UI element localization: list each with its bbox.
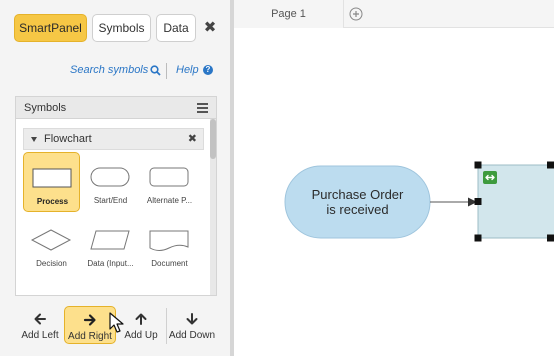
shape-text: Purchase Order is received (285, 166, 430, 238)
shape-text-line: is received (326, 202, 389, 217)
selection-handle[interactable] (547, 161, 554, 169)
selection-handle[interactable] (474, 234, 482, 242)
selection-handle[interactable] (474, 161, 482, 169)
selection-handle[interactable] (547, 234, 554, 242)
swap-icon[interactable] (483, 171, 497, 184)
selection-handle[interactable] (474, 198, 482, 205)
diagram-shapes (284, 161, 554, 242)
shape-text-line: Purchase Order (311, 187, 404, 202)
